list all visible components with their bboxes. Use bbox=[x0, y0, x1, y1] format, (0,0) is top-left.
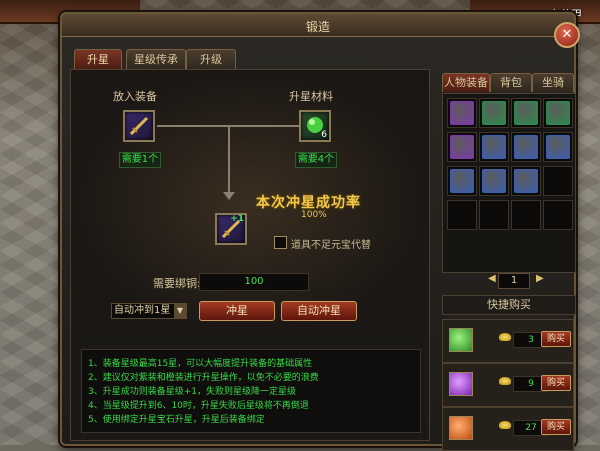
window-title: 锻造 bbox=[305, 20, 330, 34]
material-slot-label: 升星材料 bbox=[289, 90, 333, 103]
buy-button[interactable]: 购买 bbox=[541, 331, 571, 347]
inventory-slot[interactable] bbox=[447, 200, 477, 230]
bracelet-icon bbox=[450, 135, 474, 159]
upgrade-star-button[interactable]: 冲星 bbox=[199, 301, 275, 321]
auto-star-select-value: 自动冲到1星 bbox=[114, 305, 171, 316]
page-prev-icon[interactable]: ◀ bbox=[488, 273, 496, 284]
connector-line-down bbox=[228, 125, 230, 195]
cost-value: 100 bbox=[199, 273, 309, 291]
material-slot[interactable]: 6 bbox=[299, 110, 331, 142]
quick-buy-row: 3 购买 bbox=[442, 319, 574, 363]
quick-buy-row: 27 购买 bbox=[442, 407, 574, 451]
chevron-down-icon: ▼ bbox=[174, 304, 186, 318]
ring-icon bbox=[546, 101, 570, 125]
purple-gem-icon bbox=[449, 372, 473, 396]
inventory-slot[interactable] bbox=[543, 132, 573, 162]
inventory-panel: 人物装备 背包 坐骑 ◀ 1 ▶ 快捷购买 3 购买 9 购买 27 购买 bbox=[438, 69, 576, 451]
tip-line: 3、升星成功则装备星级+1，失败则星级降一定星级 bbox=[88, 387, 296, 397]
inventory-slot[interactable] bbox=[543, 98, 573, 128]
inventory-slot[interactable] bbox=[511, 98, 541, 128]
buy-button[interactable]: 购买 bbox=[541, 419, 571, 435]
connector-line-right bbox=[229, 125, 299, 127]
equip-slot-label: 放入装备 bbox=[113, 90, 157, 103]
tab-level-up[interactable]: 升级 bbox=[186, 49, 236, 70]
necklace-icon bbox=[514, 101, 538, 125]
gauntlet-icon bbox=[450, 169, 474, 193]
ingot-substitute-label: 道具不足元宝代替 bbox=[291, 240, 371, 251]
helmet-icon bbox=[546, 135, 570, 159]
title-bar[interactable]: 锻造 bbox=[62, 14, 574, 37]
inventory-slot[interactable] bbox=[511, 166, 541, 196]
page-next-icon[interactable]: ▶ bbox=[536, 273, 544, 284]
orange-gem-icon bbox=[449, 416, 473, 440]
equip-need-label: 需要1个 bbox=[119, 152, 161, 168]
armor-icon bbox=[482, 135, 506, 159]
inventory-slot[interactable] bbox=[543, 200, 573, 230]
auto-upgrade-star-button[interactable]: 自动冲星 bbox=[281, 301, 357, 321]
auto-star-select[interactable]: 自动冲到1星 ▼ bbox=[111, 303, 187, 319]
quick-buy-row: 9 购买 bbox=[442, 363, 574, 407]
result-slot: +1 bbox=[215, 213, 247, 245]
success-rate-title: 本次冲星成功率 bbox=[256, 195, 361, 211]
cost-label: 需要绑铜: bbox=[153, 277, 201, 290]
tab-backpack[interactable]: 背包 bbox=[490, 73, 532, 92]
inventory-grid bbox=[442, 93, 576, 273]
result-level-badge: +1 bbox=[230, 214, 244, 224]
tab-star-inherit[interactable]: 星级传承 bbox=[126, 49, 186, 70]
ingot-substitute-checkbox[interactable] bbox=[274, 236, 287, 249]
arrow-down-icon bbox=[223, 192, 235, 200]
close-icon: ✕ bbox=[561, 27, 573, 42]
belt-icon bbox=[514, 169, 538, 193]
inventory-slot[interactable] bbox=[447, 98, 477, 128]
inventory-slot[interactable] bbox=[447, 132, 477, 162]
tab-mount[interactable]: 坐骑 bbox=[532, 73, 574, 92]
sword-icon bbox=[450, 101, 474, 125]
success-rate-value: 100% bbox=[301, 210, 327, 220]
material-need-label: 需要4个 bbox=[295, 152, 337, 168]
tip-line: 2、建议仅对紫装和橙装进行升星操作，以免不必要的浪费 bbox=[88, 373, 319, 383]
tab-character-equipment[interactable]: 人物装备 bbox=[442, 73, 490, 92]
tip-line: 4、当星级提升到6、10时，升星失败后星级将不再倒退 bbox=[88, 401, 309, 411]
inventory-slot[interactable] bbox=[479, 200, 509, 230]
inventory-slot[interactable] bbox=[447, 166, 477, 196]
equip-slot[interactable] bbox=[123, 110, 155, 142]
tips-box: 1、装备星级最高15星，可以大幅度提升装备的基础属性 2、建议仅对紫装和橙装进行… bbox=[81, 349, 421, 433]
inventory-slot[interactable] bbox=[479, 166, 509, 196]
ingot-icon bbox=[499, 421, 511, 429]
tip-line: 1、装备星级最高15星，可以大幅度提升装备的基础属性 bbox=[88, 359, 313, 369]
ingot-icon bbox=[499, 377, 511, 385]
green-gem-icon bbox=[449, 328, 473, 352]
connector-line-left bbox=[157, 125, 229, 127]
green-orb-icon bbox=[482, 101, 506, 125]
tip-line: 5、使用绑定升星宝石升星，升星后装备绑定 bbox=[88, 415, 265, 425]
tab-upgrade-star[interactable]: 升星 bbox=[74, 49, 122, 70]
quick-buy-title: 快捷购买 bbox=[442, 295, 576, 315]
inventory-slot[interactable] bbox=[511, 132, 541, 162]
inventory-slot[interactable] bbox=[479, 132, 509, 162]
boots-icon bbox=[482, 169, 506, 193]
ingot-icon bbox=[499, 333, 511, 341]
material-count: 6 bbox=[321, 130, 327, 140]
pauldron-icon bbox=[514, 135, 538, 159]
forge-window: 锻造 ✕ 升星 星级传承 升级 放入装备 升星材料 6 需要1个 需要4个 本次… bbox=[60, 12, 580, 451]
buy-button[interactable]: 购买 bbox=[541, 375, 571, 391]
inventory-slot[interactable] bbox=[543, 166, 573, 196]
close-button[interactable]: ✕ bbox=[554, 22, 580, 48]
inventory-slot[interactable] bbox=[511, 200, 541, 230]
forge-area: 放入装备 升星材料 6 需要1个 需要4个 本次冲星成功率 100% +1 道具… bbox=[71, 70, 429, 335]
inventory-slot[interactable] bbox=[479, 98, 509, 128]
page-number: 1 bbox=[498, 273, 530, 289]
sword-icon bbox=[129, 116, 149, 136]
forge-panel: 放入装备 升星材料 6 需要1个 需要4个 本次冲星成功率 100% +1 道具… bbox=[70, 69, 430, 441]
